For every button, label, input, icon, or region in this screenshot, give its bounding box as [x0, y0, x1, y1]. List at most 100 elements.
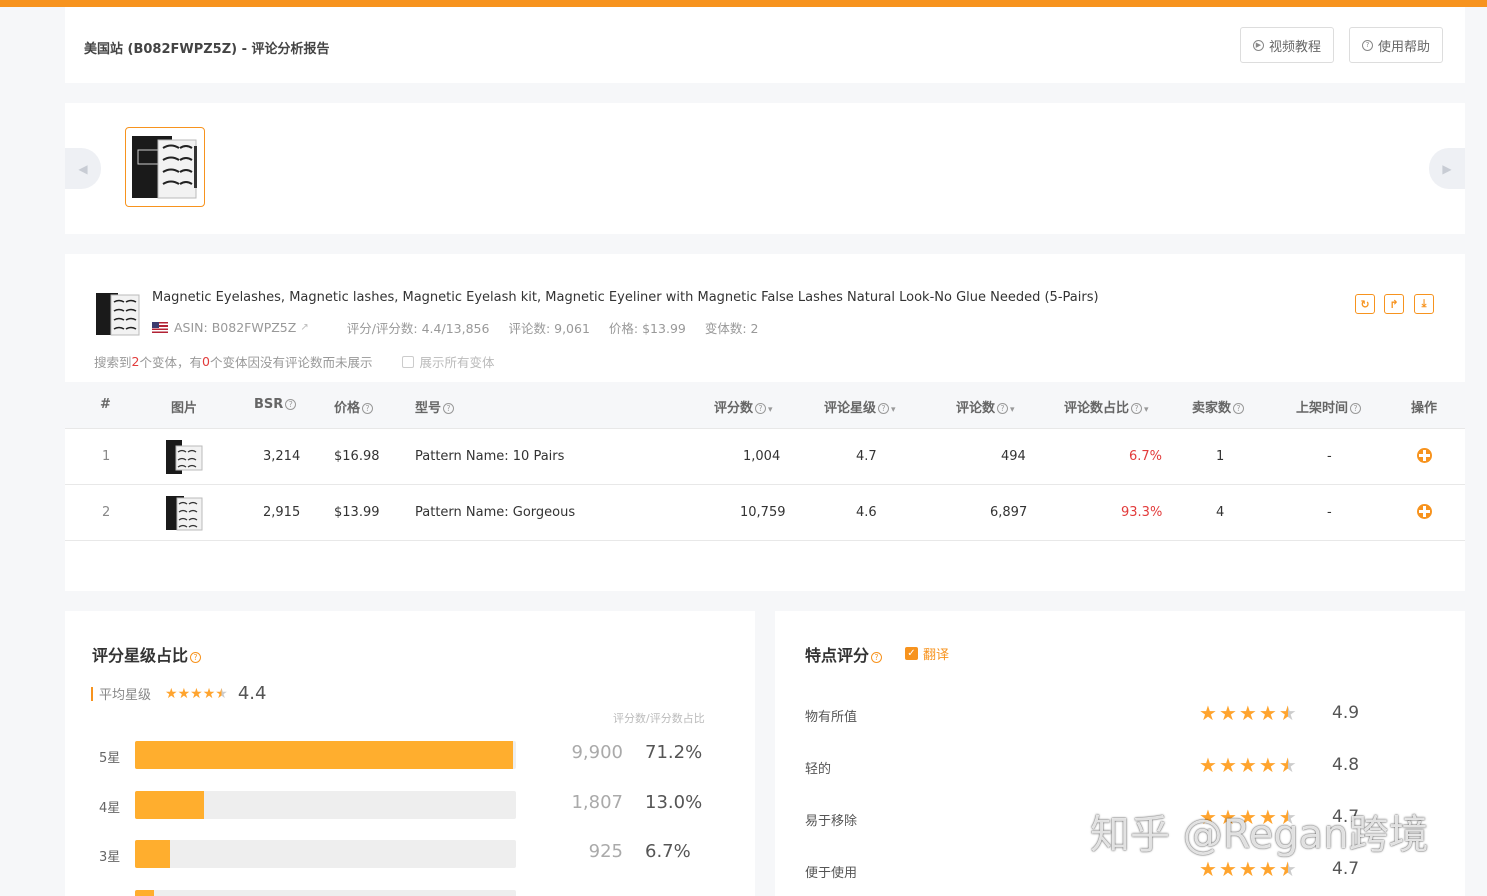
- row-action-icon[interactable]: [1417, 504, 1432, 519]
- feature-label: 便于使用: [805, 866, 858, 881]
- col-image: 图片: [171, 401, 198, 416]
- col-model[interactable]: 型号?: [415, 397, 455, 416]
- help-icon[interactable]: ?: [1350, 403, 1362, 414]
- video-tutorial-label: 视频教程: [1269, 39, 1322, 55]
- rating-row-label: 3星: [99, 850, 121, 865]
- average-rating: 平均星级 ★ ★ ★ ★ ★ 4.4: [91, 683, 266, 704]
- rating-bar-track: [135, 890, 516, 896]
- row-bsr: 2,915: [263, 505, 301, 520]
- help-label: 使用帮助: [1378, 39, 1431, 55]
- help-icon[interactable]: ?: [997, 403, 1009, 414]
- col-date[interactable]: 上架时间?: [1296, 397, 1362, 416]
- note-text: 个变体因没有评论数而未展示: [209, 355, 373, 370]
- carousel-next-button[interactable]: ▶: [1429, 148, 1465, 189]
- row-index: 1: [102, 449, 111, 464]
- show-all-variants-label[interactable]: 展示所有变体: [419, 352, 494, 371]
- star-icon: ★: [1278, 753, 1297, 777]
- translate-toggle[interactable]: ✓ 翻译: [905, 644, 949, 663]
- rating-row-2: [65, 890, 755, 896]
- star-icon: ★: [1218, 753, 1237, 777]
- rating-dist-title-text: 评分星级占比: [92, 646, 189, 665]
- help-icon[interactable]: ?: [1233, 403, 1245, 414]
- help-icon[interactable]: ?: [285, 399, 297, 410]
- us-flag-icon: [152, 322, 168, 333]
- rating-row-3: 3星 925 6.7%: [65, 840, 755, 870]
- average-rating-label: 平均星级: [99, 688, 152, 703]
- refresh-button[interactable]: ↻: [1355, 294, 1375, 314]
- row-ratings: 10,759: [740, 505, 786, 520]
- rating-bar-fill: [135, 791, 204, 819]
- col-ratings-sort[interactable]: 评分数? ▾: [714, 397, 773, 416]
- help-icon[interactable]: ?: [443, 403, 455, 414]
- watermark: 知乎 @Regan跨境: [1090, 812, 1429, 858]
- price-info: 价格: $13.99: [608, 321, 686, 336]
- help-icon[interactable]: ?: [1131, 403, 1143, 414]
- col-bsr[interactable]: BSR?: [254, 397, 297, 412]
- row-stars: 4.7: [856, 449, 877, 464]
- feature-star-icons: ★ ★ ★ ★ ★: [1199, 753, 1299, 777]
- row-share: 6.7%: [1129, 449, 1163, 464]
- table-row[interactable]: 2 2,915 $13.99 Pattern Name: Gorgeous 10…: [65, 485, 1465, 541]
- ratings-info: 评分/评分数: 4.4/13,856: [346, 321, 490, 336]
- col-model-label: 型号: [415, 401, 442, 416]
- star-icon: ★: [1218, 701, 1237, 725]
- row-action-icon[interactable]: [1417, 448, 1432, 463]
- feature-row: 轻的 ★ ★ ★ ★ ★ 4.8: [775, 753, 1465, 783]
- video-tutorial-button[interactable]: ▶ 视频教程: [1240, 27, 1335, 63]
- show-all-variants-checkbox[interactable]: [402, 355, 415, 368]
- asin-text: ASIN: B082FWPZ5Z: [174, 320, 297, 335]
- row-date: -: [1327, 449, 1332, 464]
- star-icon: ★: [1199, 857, 1217, 881]
- row-price: $13.99: [334, 505, 380, 520]
- chevron-down-icon: ▾: [1010, 405, 1015, 415]
- star-icon: ★: [165, 685, 178, 702]
- row-stars: 4.6: [856, 505, 877, 520]
- accent-mark: [91, 686, 93, 701]
- feature-row: 物有所值 ★ ★ ★ ★ ★ 4.9: [775, 701, 1465, 731]
- help-icon[interactable]: ?: [871, 652, 883, 663]
- feature-star-icons: ★ ★ ★ ★ ★: [1199, 857, 1299, 881]
- col-sellers[interactable]: 卖家数?: [1192, 397, 1245, 416]
- count-share-header: 评分数/评分数占比: [613, 712, 705, 725]
- col-stars-sort[interactable]: 评论星级? ▾: [824, 397, 896, 416]
- star-icon: ★: [1258, 857, 1277, 881]
- asin-info[interactable]: ASIN: B082FWPZ5Z ↗: [152, 320, 328, 335]
- help-button[interactable]: ? 使用帮助: [1349, 27, 1444, 63]
- row-index: 2: [102, 505, 111, 520]
- help-icon[interactable]: ?: [362, 403, 374, 414]
- variant-count-info: 变体数: 2: [704, 321, 759, 336]
- page-title: 美国站 (B082FWPZ5Z) - 评论分析报告: [84, 42, 330, 57]
- chevron-down-icon: ▾: [1144, 405, 1149, 415]
- rating-bar-fill: [135, 741, 513, 769]
- rating-percent: 13.0%: [645, 792, 703, 813]
- refresh-icon: ↻: [1360, 297, 1370, 311]
- star-icon: ★: [1238, 857, 1257, 881]
- translate-label: 翻译: [923, 648, 950, 663]
- external-link-icon[interactable]: ↗: [300, 322, 308, 333]
- star-icon: ★: [1238, 753, 1257, 777]
- rating-row-label: 5星: [99, 751, 121, 766]
- product-title[interactable]: Magnetic Eyelashes, Magnetic lashes, Mag…: [152, 290, 1099, 305]
- help-icon[interactable]: ?: [190, 652, 202, 663]
- help-icon[interactable]: ?: [755, 403, 767, 414]
- row-bsr: 3,214: [263, 449, 301, 464]
- rating-dist-title: 评分星级占比?: [92, 642, 202, 666]
- star-icon: ★: [1278, 857, 1297, 881]
- product-thumbnail[interactable]: [125, 127, 205, 207]
- feature-label: 轻的: [805, 762, 832, 777]
- share-button[interactable]: ↱: [1384, 294, 1404, 314]
- download-button[interactable]: ⤓: [1414, 294, 1434, 314]
- col-price[interactable]: 价格?: [334, 397, 374, 416]
- col-reviews-sort[interactable]: 评论数? ▾: [956, 397, 1015, 416]
- col-price-label: 价格: [334, 401, 361, 416]
- feature-label: 易于移除: [805, 814, 858, 829]
- star-icon: ★: [1258, 753, 1277, 777]
- table-row[interactable]: 1 3,214 $16.98 Pattern Name: 10 Pairs 1,…: [65, 429, 1465, 485]
- star-icon: ★: [177, 685, 191, 702]
- play-icon: ▶: [1253, 39, 1264, 51]
- variant-image: [166, 440, 203, 474]
- help-icon[interactable]: ?: [878, 403, 890, 414]
- star-icon: ★: [1218, 857, 1237, 881]
- col-share-sort[interactable]: 评论数占比? ▾: [1064, 397, 1149, 416]
- carousel-prev-button[interactable]: ◀: [65, 148, 101, 189]
